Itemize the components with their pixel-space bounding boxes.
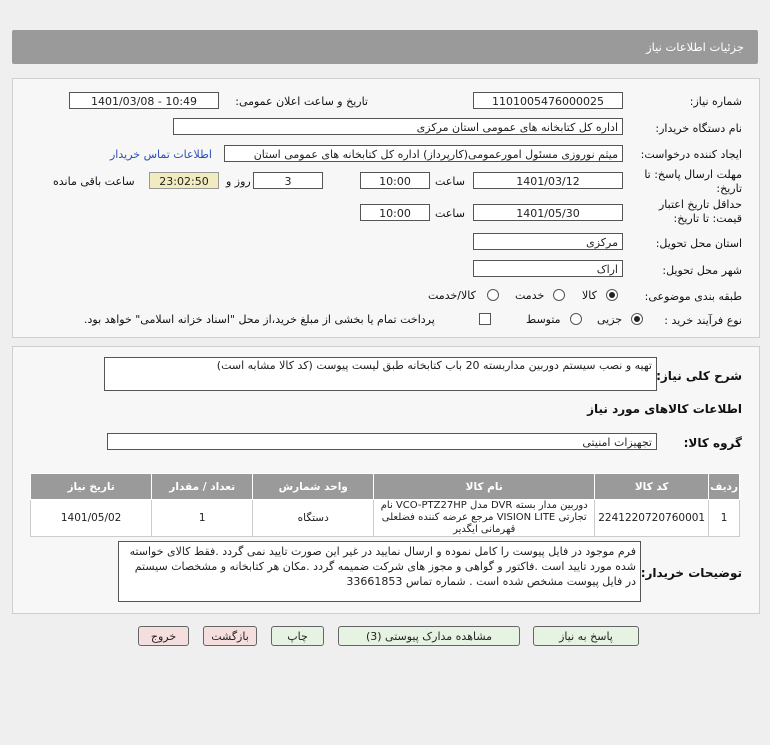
exit-button[interactable]: خروج — [138, 626, 189, 646]
table-row: 1 2241220720760001 دوربین مدار بسته DVR … — [29, 499, 740, 537]
delivery-city-field: اراک — [473, 260, 623, 277]
category-option-service: خدمت — [515, 289, 545, 302]
delivery-city-label: شهر محل تحویل: — [662, 264, 742, 277]
col-row: ردیف — [708, 473, 740, 500]
cell-code: 2241220720760001 — [594, 499, 710, 537]
category-radio-goods[interactable] — [606, 289, 618, 301]
col-code: کد کالا — [594, 473, 710, 500]
attachments-button[interactable]: مشاهده مدارک پیوستی (3) — [338, 626, 520, 646]
contact-info-link[interactable]: اطلاعات تماس خریدار — [110, 148, 212, 161]
validity-date-field: 1401/05/30 — [473, 204, 623, 221]
cell-name: دوربین مدار بسته DVR مدل VCO-PTZ27HP نام… — [373, 499, 596, 537]
col-date: تاریخ نیاز — [29, 473, 153, 500]
goods-info-title: اطلاعات کالاهای مورد نیاز — [587, 402, 742, 416]
reply-button[interactable]: پاسخ به نیاز — [533, 626, 639, 646]
creator-field: میثم نوروزی مسئول امورعمومی(کارپرداز) اد… — [224, 145, 623, 162]
reply-time-field: 10:00 — [360, 172, 430, 189]
process-option-minor: جزیی — [597, 313, 623, 326]
reply-time-label: ساعت — [435, 175, 465, 188]
buyer-notes-label: توضیحات خریدار: — [640, 566, 742, 580]
goods-group-field: تجهیزات امنیتی — [107, 433, 657, 450]
validity-time-label: ساعت — [435, 207, 465, 220]
cell-qty: 1 — [151, 499, 254, 537]
need-number-field: 1101005476000025 — [473, 92, 623, 109]
reply-date-field: 1401/03/12 — [473, 172, 623, 189]
goods-table: ردیف کد کالا نام کالا واحد شمارش تعداد /… — [29, 473, 740, 537]
summary-field: تهیه و نصب سیستم دوربین مداربسته 20 باب … — [104, 357, 657, 391]
cell-unit: دستگاه — [252, 499, 375, 537]
price-validity-label: حداقل تاریخ اعتبار قیمت: تا تاریخ: — [658, 198, 742, 225]
days-field: 3 — [253, 172, 323, 189]
payment-note: پرداخت تمام یا بخشی از مبلغ خرید،از محل … — [84, 313, 435, 326]
remaining-time-field: 23:02:50 — [149, 172, 219, 189]
category-option-goods: کالا — [582, 289, 597, 302]
treasury-checkbox[interactable] — [479, 313, 491, 325]
process-option-medium: متوسط — [526, 313, 561, 326]
process-label: نوع فرآیند خرید : — [664, 314, 742, 327]
category-label: طبقه بندی موضوعی: — [644, 290, 742, 303]
col-unit: واحد شمارش — [252, 473, 375, 500]
summary-label: شرح کلی نیاز: — [656, 369, 742, 383]
page-header: جزئیات اطلاعات نیاز — [12, 30, 758, 64]
buyer-org-label: نام دستگاه خریدار: — [655, 122, 742, 135]
reply-deadline-label: مهلت ارسال پاسخ: تا تاریخ: — [644, 168, 742, 195]
need-number-label: شماره نیاز: — [689, 95, 742, 108]
col-name: نام کالا — [373, 473, 596, 500]
col-qty: تعداد / مقدار — [151, 473, 254, 500]
category-radio-goods-service[interactable] — [487, 289, 499, 301]
cell-date: 1401/05/02 — [29, 499, 153, 537]
days-label: روز و — [226, 175, 251, 188]
creator-label: ایجاد کننده درخواست: — [640, 148, 742, 161]
print-button[interactable]: چاپ — [271, 626, 324, 646]
process-radio-minor[interactable] — [631, 313, 643, 325]
page-title: جزئیات اطلاعات نیاز — [646, 40, 744, 54]
remaining-label: ساعت باقی مانده — [53, 175, 135, 188]
validity-time-field: 10:00 — [360, 204, 430, 221]
goods-group-label: گروه کالا: — [683, 436, 742, 450]
goods-table-header: ردیف کد کالا نام کالا واحد شمارش تعداد /… — [29, 473, 740, 500]
buyer-org-field: اداره کل کتابخانه های عمومی استان مرکزی — [173, 118, 623, 135]
announce-field: 1401/03/08 - 10:49 — [69, 92, 219, 109]
process-radio-medium[interactable] — [570, 313, 582, 325]
announce-label: تاریخ و ساعت اعلان عمومی: — [235, 95, 368, 108]
delivery-province-field: مرکزی — [473, 233, 623, 250]
category-radio-service[interactable] — [553, 289, 565, 301]
delivery-province-label: استان محل تحویل: — [655, 237, 742, 250]
back-button[interactable]: بازگشت — [203, 626, 257, 646]
cell-row: 1 — [708, 499, 740, 537]
buyer-notes-field: فرم موجود در فایل پیوست را کامل نموده و … — [118, 541, 641, 602]
category-option-goods-service: کالا/خدمت — [428, 289, 476, 302]
